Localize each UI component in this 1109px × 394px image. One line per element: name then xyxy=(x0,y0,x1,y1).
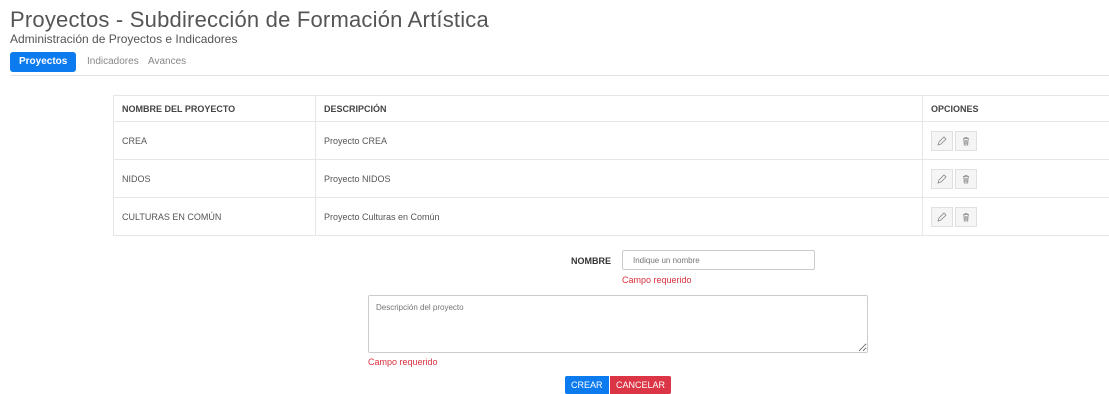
tab-proyectos[interactable]: Proyectos xyxy=(10,52,77,72)
pencil-icon xyxy=(937,136,947,146)
cell-project-name: NIDOS xyxy=(113,159,316,198)
name-label: NOMBRE xyxy=(571,256,611,266)
delete-button[interactable] xyxy=(955,130,977,151)
cell-options xyxy=(922,197,1109,236)
column-header-name: NOMBRE DEL PROYECTO xyxy=(113,95,316,122)
pencil-icon xyxy=(937,174,947,184)
create-button[interactable]: CREAR xyxy=(565,376,609,394)
table-row: NIDOS Proyecto NIDOS xyxy=(113,159,1109,198)
cell-options xyxy=(922,121,1109,160)
table-row: CULTURAS EN COMÚN Proyecto Culturas en C… xyxy=(113,197,1109,236)
page-subtitle: Administración de Proyectos e Indicadore… xyxy=(10,32,238,46)
delete-button[interactable] xyxy=(955,168,977,189)
name-input[interactable] xyxy=(622,250,815,270)
table-header-row: NOMBRE DEL PROYECTO DESCRIPCIÓN OPCIONES xyxy=(113,95,1109,122)
delete-button[interactable] xyxy=(955,206,977,227)
trash-icon xyxy=(963,213,969,222)
description-error-message: Campo requerido xyxy=(368,357,438,367)
trash-icon xyxy=(963,175,969,184)
edit-button[interactable] xyxy=(931,168,953,189)
table-row: CREA Proyecto CREA xyxy=(113,121,1109,160)
column-header-description: DESCRIPCIÓN xyxy=(315,95,923,122)
cell-project-description: Proyecto NIDOS xyxy=(315,159,923,198)
cell-options xyxy=(922,159,1109,198)
cell-project-description: Proyecto Culturas en Común xyxy=(315,197,923,236)
page-title: Proyectos - Subdirección de Formación Ar… xyxy=(10,7,489,32)
pencil-icon xyxy=(937,212,947,222)
tab-bar: Proyectos Indicadores Avances xyxy=(10,52,1109,76)
cell-project-name: CREA xyxy=(113,121,316,160)
trash-icon xyxy=(963,137,969,146)
edit-button[interactable] xyxy=(931,130,953,151)
name-error-message: Campo requerido xyxy=(622,275,692,285)
edit-button[interactable] xyxy=(931,206,953,227)
projects-table: NOMBRE DEL PROYECTO DESCRIPCIÓN OPCIONES… xyxy=(113,95,1109,236)
cell-project-name: CULTURAS EN COMÚN xyxy=(113,197,316,236)
tab-avances[interactable]: Avances xyxy=(148,52,186,72)
cell-project-description: Proyecto CREA xyxy=(315,121,923,160)
cancel-button[interactable]: CANCELAR xyxy=(610,376,672,394)
column-header-options: OPCIONES xyxy=(922,95,1109,122)
tab-indicadores[interactable]: Indicadores xyxy=(87,52,139,72)
description-textarea[interactable] xyxy=(368,295,868,353)
